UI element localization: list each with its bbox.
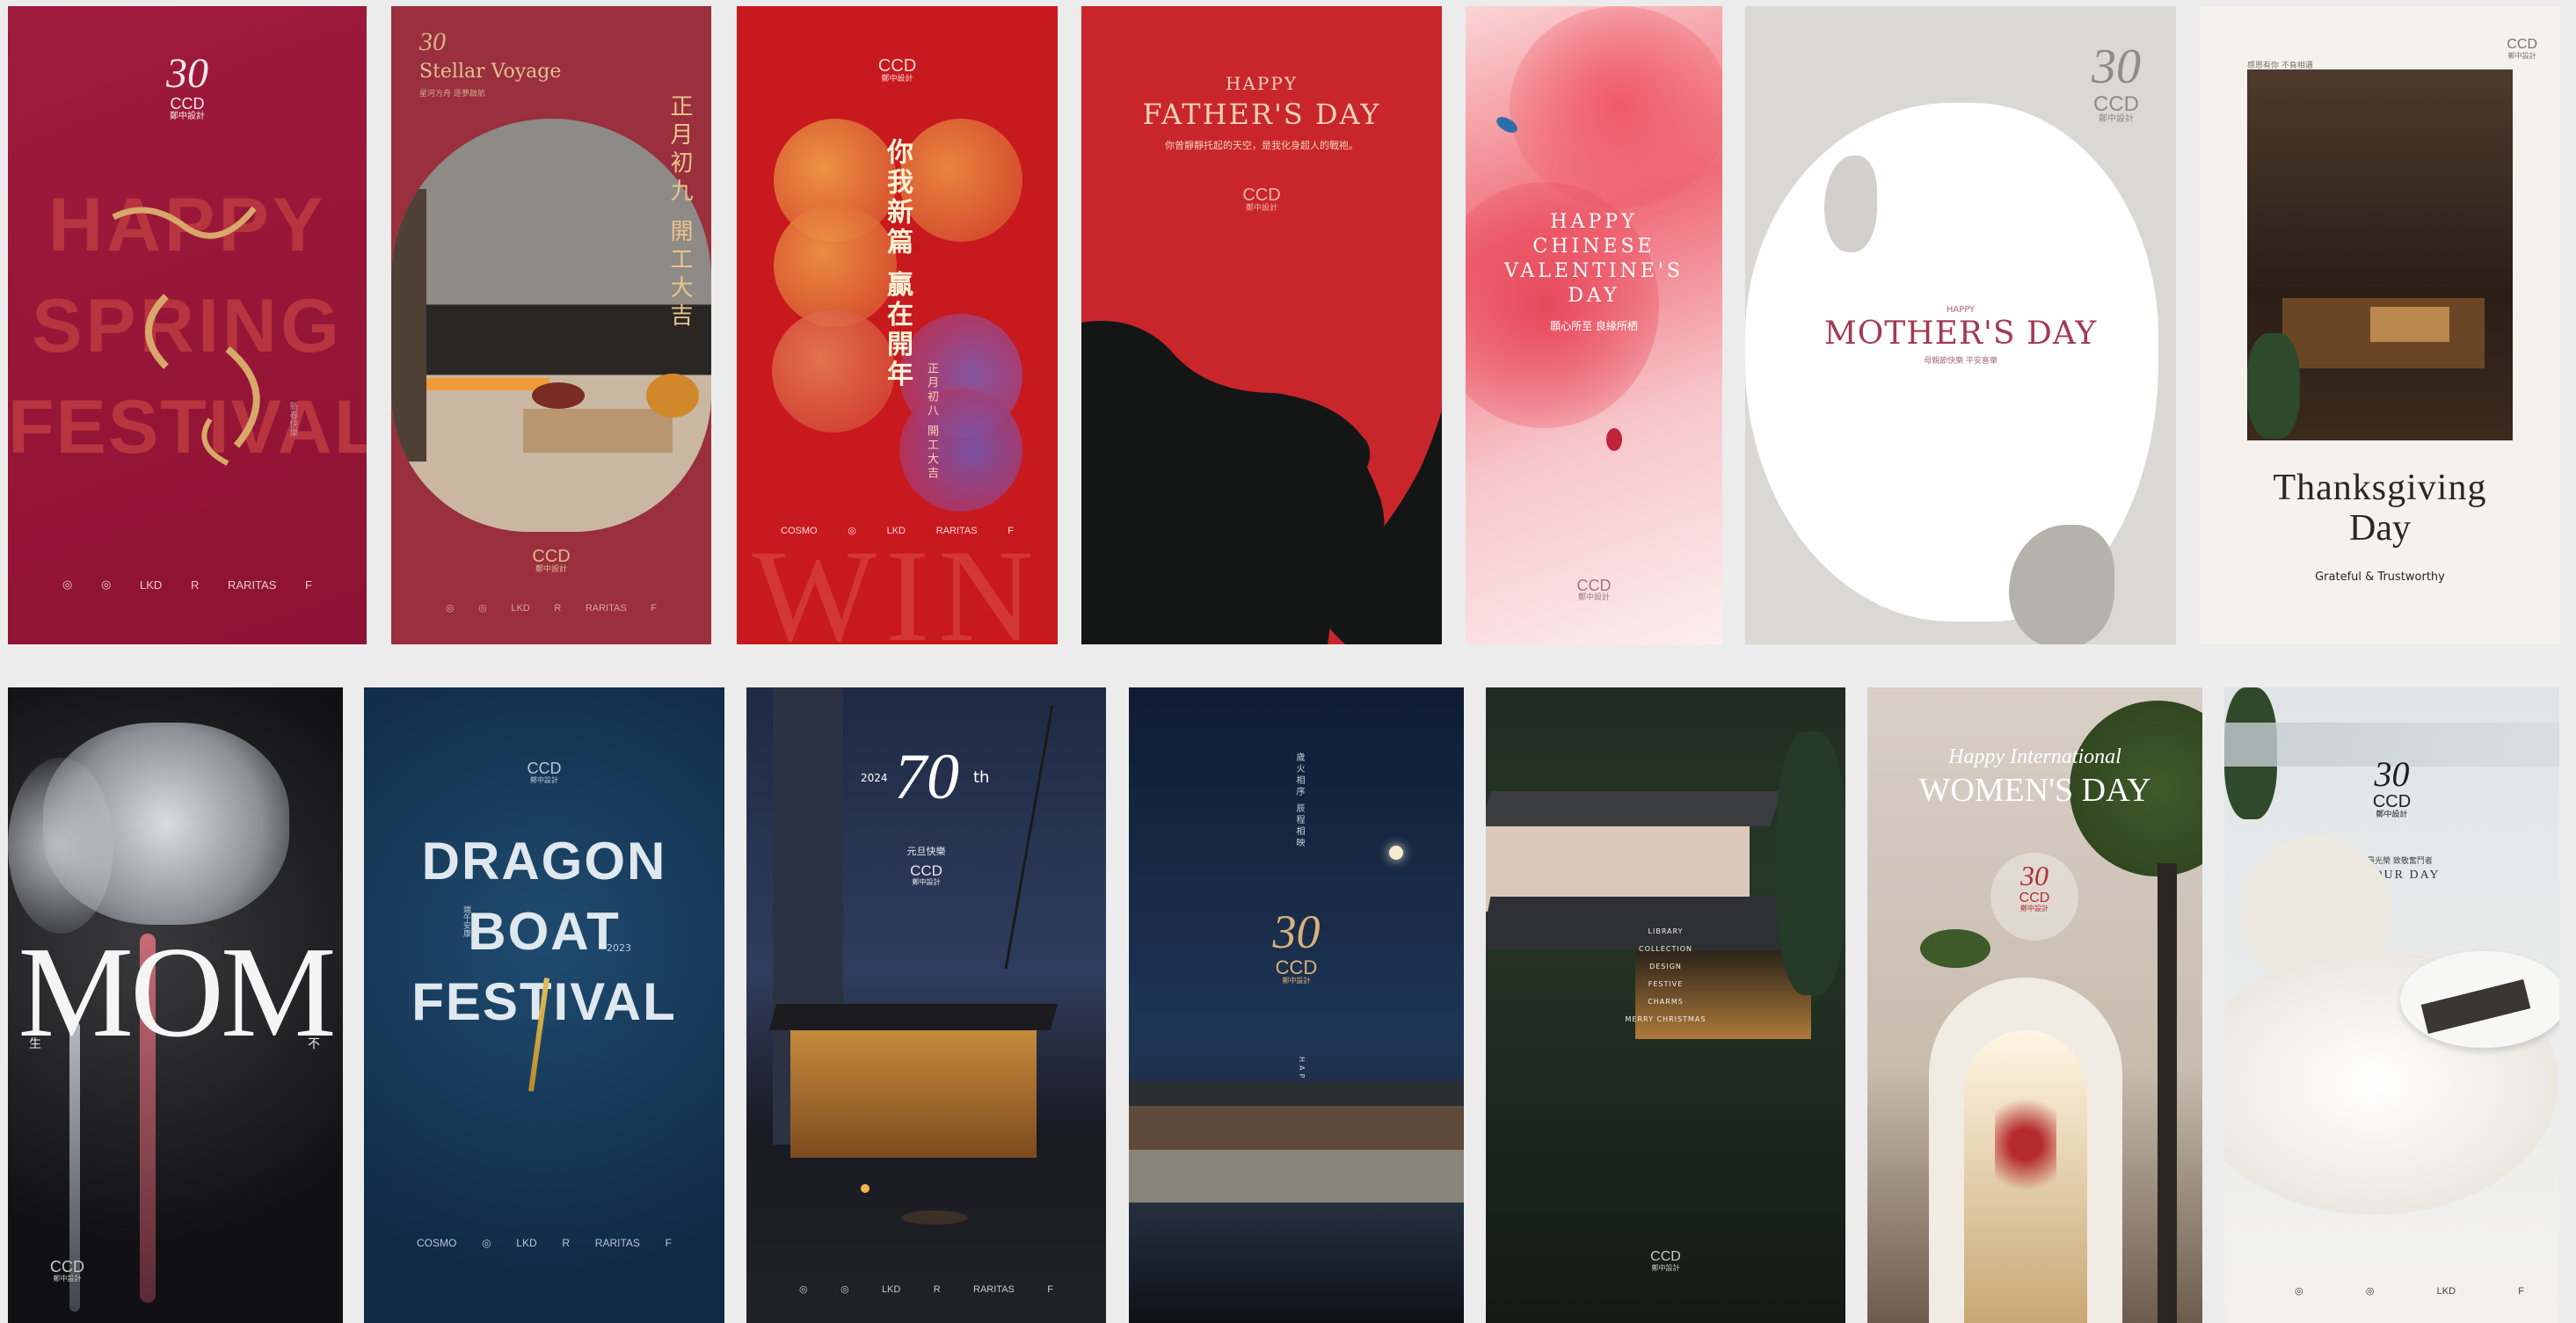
headline-mothers-day: MOTHER'S DAY	[1823, 316, 2098, 352]
headline: HAPPY CHINESE VALENTINE'S DAY	[1504, 211, 1684, 307]
ccd-logo: CCD 鄭中設計	[527, 760, 562, 784]
ccd-logo: CCD 鄭中設計	[532, 547, 571, 574]
ccd-logo: CCD 鄭中設計	[1242, 185, 1281, 213]
roof-eave	[1129, 1081, 1464, 1106]
christmas-tree-text: LIBRARY COLLECTION DESIGN FESTIVE CHARMS…	[1625, 927, 1706, 1023]
poster-christmas[interactable]: LIBRARY COLLECTION DESIGN FESTIVE CHARMS…	[1486, 687, 1845, 1323]
headline-mom: MOM	[18, 920, 336, 1065]
poster-win[interactable]: CCD 鄭中設計 你我新篇 贏在開年 正月初八 開工大吉 COSMO ◎ LKD RA…	[737, 6, 1058, 644]
ccd-logo: CCD 鄭中設計	[2507, 37, 2537, 60]
partner-logos: ◎ ◎ LKD R RARITAS F	[799, 1283, 1053, 1296]
ccd-logo: 30 CCD 鄭中設計	[1990, 853, 2078, 941]
poster-thanksgiving[interactable]: 感恩有你 不負相遇 CCD 鄭中設計 Thanksgiving Day Grat…	[2200, 6, 2560, 644]
poster-mothers-day[interactable]: 30 CCD 鄭中設計 HAPPY MOTHER'S DAY 母親節快樂 平安喜…	[1745, 6, 2176, 644]
stone-wall	[1129, 1150, 1464, 1203]
poster-fathers-day[interactable]: HAPPY FATHER'S DAY 你曾靜靜托起的天空，是我化身超人的戰袍。 …	[1081, 6, 1442, 644]
gold-ribbon-graphic	[112, 206, 260, 466]
vertical-slogan-main: 你我新篇 贏在開年	[882, 138, 913, 390]
poster-labour-day[interactable]: 30 CCD 鄭中設計 勞動最光榮 致敬奮鬥者 LABOUR DAY ◎ ◎ LKD…	[2224, 687, 2559, 1323]
ccd-logo: CCD 鄭中設計	[910, 862, 942, 886]
reflecting-pool	[1129, 1203, 1464, 1323]
big-word-win: WIN	[752, 523, 1043, 644]
lattice-screen	[2158, 863, 2177, 1323]
dining-terrace-photo	[2247, 69, 2513, 440]
brand-stellar-voyage: Stellar Voyage	[419, 61, 562, 83]
purple-orb	[899, 389, 1022, 512]
pavilion-roof	[768, 1004, 1059, 1030]
script-heading: Happy International	[1948, 745, 2121, 768]
ccd-logo: CCD 鄭中設計	[1650, 1249, 1681, 1272]
dark-silhouette-graphic	[1081, 321, 1442, 644]
anniversary-number: 70	[894, 741, 959, 813]
poster-stellar-voyage[interactable]: 30 Stellar Voyage 星河方舟 逐夢啟航 正月初九 開工大吉 CC…	[391, 6, 711, 644]
tree-branch	[1004, 705, 1106, 969]
poster-chinese-valentines[interactable]: HAPPY CHINESE VALENTINE'S DAY 願心所至 良緣所栖 …	[1466, 6, 1722, 644]
poster-70th[interactable]: 2024 70 th 元旦快樂 CCD 鄭中設計 ◎ ◎ LKD R RARITAS F	[746, 687, 1106, 1323]
poster-dragon-boat[interactable]: CCD 鄭中設計 DRAGON BOAT FESTIVAL 端午安康 2023 …	[364, 687, 724, 1323]
poster-mom[interactable]: MOM 生 不 CCD 鄭中設計	[8, 687, 343, 1323]
partner-logos: COSMO ◎ LKD R RARITAS F	[417, 1237, 672, 1249]
orange-orb	[772, 309, 895, 433]
moon-icon	[1389, 846, 1403, 860]
headline-day: Day	[2349, 508, 2411, 549]
ccd-logo: 30 CCD 鄭中設計	[166, 50, 208, 122]
headline-fathers-day: FATHER'S DAY	[1142, 98, 1381, 131]
moss-sphere	[1920, 929, 1990, 968]
ccd-logo: 30 CCD 鄭中設計	[2372, 754, 2412, 819]
outdoor-table	[901, 1210, 968, 1225]
house-roof	[1486, 791, 1782, 826]
building-facade	[1129, 1106, 1464, 1150]
partner-logos: ◎ ◎ LKD R RARITAS F	[446, 602, 657, 614]
headline-thanksgiving: Thanksgiving	[2273, 468, 2487, 508]
ccd-logo: 30 CCD 鄭中設計	[1272, 905, 1321, 985]
poster-womens-day[interactable]: Happy International WOMEN'S DAY 30 CCD 鄭…	[1867, 687, 2202, 1323]
leaf-shape	[1824, 156, 1877, 252]
headline-happy: HAPPY	[1225, 73, 1298, 94]
ccd-logo: CCD 鄭中設計	[877, 56, 917, 84]
glass-pavilion	[790, 1026, 1037, 1158]
red-flowers	[1995, 1074, 2056, 1215]
lantern-icon	[861, 1184, 870, 1193]
orange-orb	[899, 119, 1022, 242]
poster-new-year-night[interactable]: 歲火相序 辰程相映 30 CCD 鄭中設計 HAPPY NEW YEAR	[1129, 687, 1464, 1323]
vertical-slogan-sub: 正月初八 開工大吉	[925, 362, 938, 482]
poster-spring-festival[interactable]: 30 CCD 鄭中設計 HAPPY SPRING FESTIVAL 新春快樂 ◎…	[8, 6, 367, 644]
red-bird-icon	[1606, 428, 1622, 451]
partner-logos: ◎ ◎ LKD F	[2295, 1285, 2524, 1298]
ccd-logo: 30 CCD 鄭中設計	[2092, 40, 2141, 124]
headline-womens-day: WOMEN'S DAY	[1918, 772, 2151, 809]
rose-petal-graphic	[1510, 6, 1722, 208]
ccd-logo: CCD 鄭中設計	[1576, 577, 1612, 602]
ccd-logo: CCD 鄭中設計	[50, 1258, 84, 1283]
vertical-slogan: 正月初九 開工大吉	[666, 94, 693, 332]
glass-flower-graphic	[8, 758, 113, 934]
partner-logos: ◎ ◎ LKD R RARITAS F	[62, 578, 312, 592]
